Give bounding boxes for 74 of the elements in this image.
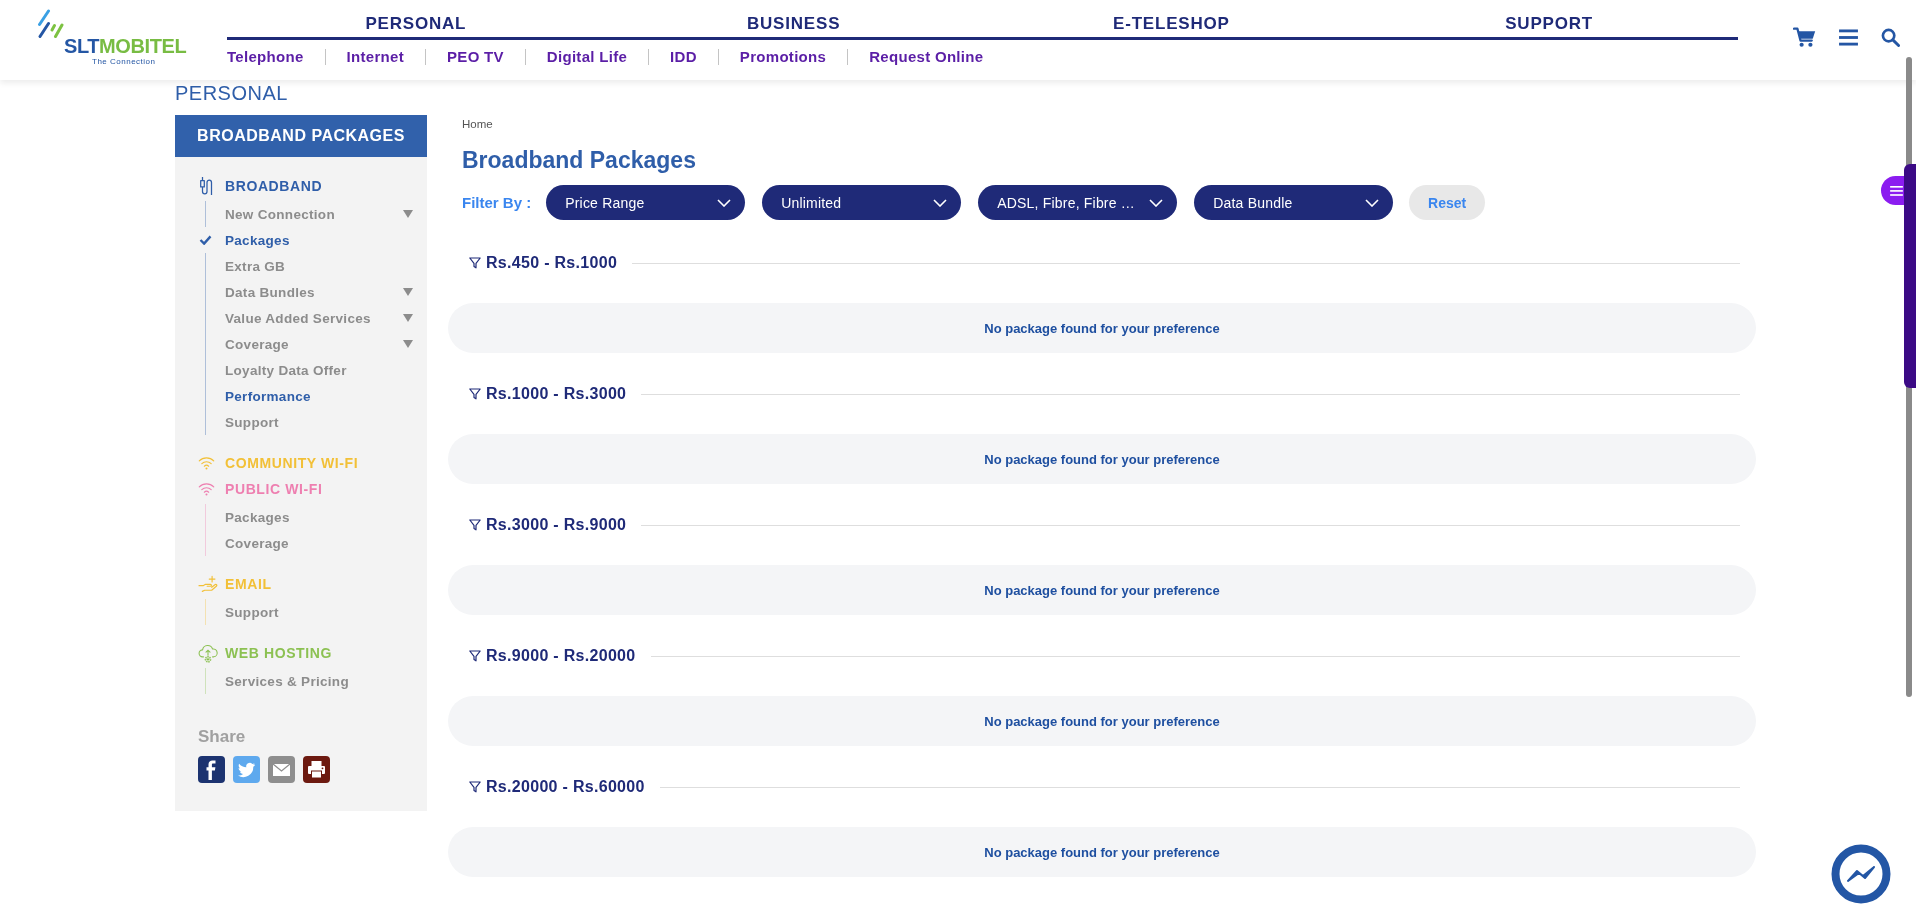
menu-icon[interactable] bbox=[1839, 28, 1858, 46]
wifi-icon bbox=[198, 482, 215, 496]
filter-label: Filter By : bbox=[462, 194, 532, 211]
breadcrumb-link[interactable]: Home bbox=[462, 117, 493, 131]
sidebar-link[interactable]: Value Added Services bbox=[225, 310, 371, 326]
envelope-icon[interactable] bbox=[268, 756, 295, 783]
chevron-icon bbox=[1149, 198, 1164, 207]
cloud-gear-icon bbox=[198, 643, 218, 663]
chevron-icon bbox=[1365, 198, 1380, 207]
cart-icon[interactable] bbox=[1793, 26, 1816, 48]
sidebar-link[interactable]: Coverage bbox=[225, 336, 289, 352]
sidebar-link[interactable]: Performance bbox=[225, 388, 311, 404]
price-range-heading: Rs.20000 - Rs.60000 bbox=[486, 778, 645, 796]
logo-wordmark[interactable]: SLTMOBITEL bbox=[64, 36, 187, 56]
page-title: Broadband Packages bbox=[462, 146, 696, 175]
reset-button[interactable]: Reset bbox=[1409, 185, 1486, 220]
filter-dropdown[interactable]: Data Bundle bbox=[1194, 185, 1394, 220]
sidebar-link[interactable]: Loyalty Data Offer bbox=[225, 362, 347, 378]
printer-icon[interactable] bbox=[303, 756, 330, 783]
empty-message: No package found for your preference bbox=[984, 582, 1220, 598]
sub-nav-link[interactable]: Telephone bbox=[227, 47, 304, 67]
main-nav-link[interactable]: PERSONAL bbox=[365, 13, 467, 35]
section-label: PERSONAL bbox=[175, 81, 288, 105]
filter-dropdown[interactable]: Unlimited bbox=[762, 185, 962, 220]
empty-message: No package found for your preference bbox=[984, 713, 1220, 729]
filter-icon bbox=[469, 650, 481, 662]
chevron-icon bbox=[933, 198, 948, 207]
price-range-heading: Rs.9000 - Rs.20000 bbox=[486, 647, 636, 665]
empty-message: No package found for your preference bbox=[984, 844, 1220, 860]
sub-nav-link[interactable]: Request Online bbox=[869, 47, 984, 67]
filter-icon bbox=[469, 781, 481, 793]
filter-dropdown[interactable]: ADSL, Fibre, Fibre … bbox=[978, 185, 1178, 220]
sidebar-link[interactable]: Services & Pricing bbox=[225, 673, 349, 689]
sidebar-link[interactable]: Packages bbox=[225, 232, 290, 248]
sidebar-link[interactable]: Support bbox=[225, 414, 279, 430]
share-label: Share bbox=[198, 726, 246, 748]
main-nav-link[interactable]: SUPPORT bbox=[1505, 13, 1593, 35]
sidebar-link[interactable]: Coverage bbox=[225, 535, 289, 551]
filter-icon bbox=[469, 257, 481, 269]
sidebar-title: BROADBAND PACKAGES bbox=[175, 115, 427, 157]
empty-message: No package found for your preference bbox=[984, 320, 1220, 336]
price-range-heading: Rs.3000 - Rs.9000 bbox=[486, 516, 627, 534]
sub-nav-link[interactable]: PEO TV bbox=[447, 47, 504, 67]
menu-icon bbox=[1890, 185, 1903, 196]
price-range-heading: Rs.1000 - Rs.3000 bbox=[486, 385, 627, 403]
main-nav-link[interactable]: BUSINESS bbox=[746, 13, 841, 35]
sub-nav-link[interactable]: Promotions bbox=[739, 47, 827, 67]
sidebar-heading[interactable]: BROADBAND bbox=[225, 178, 323, 194]
filter-icon bbox=[469, 388, 481, 400]
sub-nav-link[interactable]: Internet bbox=[346, 47, 404, 67]
sidebar-link[interactable]: Extra GB bbox=[225, 258, 286, 274]
caret-icon[interactable] bbox=[403, 314, 413, 322]
logo-tagline: The Connection bbox=[92, 57, 156, 67]
sidebar-link[interactable]: New Connection bbox=[225, 206, 335, 222]
filter-icon bbox=[469, 519, 481, 531]
caret-icon[interactable] bbox=[403, 210, 413, 218]
caret-icon[interactable] bbox=[403, 288, 413, 296]
wifi-icon bbox=[198, 456, 215, 470]
search-icon[interactable] bbox=[1881, 27, 1900, 47]
chat-icon[interactable] bbox=[1831, 844, 1891, 904]
sidebar-link[interactable]: Packages bbox=[225, 509, 290, 525]
caret-icon[interactable] bbox=[403, 340, 413, 348]
logo-mark-icon[interactable] bbox=[37, 9, 64, 38]
main-nav-link[interactable]: E-TELESHOP bbox=[1113, 13, 1230, 35]
sub-nav-link[interactable]: Digital Life bbox=[546, 47, 628, 67]
chevron-icon bbox=[717, 198, 732, 207]
filter-dropdown[interactable]: Price Range bbox=[546, 185, 746, 220]
sub-nav-link[interactable]: IDD bbox=[670, 47, 697, 67]
hand-plus-icon bbox=[198, 575, 218, 593]
sidebar-link[interactable]: Data Bundles bbox=[225, 284, 315, 300]
facebook-icon[interactable] bbox=[198, 756, 225, 783]
sidebar-link[interactable]: Support bbox=[225, 604, 279, 620]
price-range-heading: Rs.450 - Rs.1000 bbox=[486, 254, 618, 272]
empty-message: No package found for your preference bbox=[984, 451, 1220, 467]
